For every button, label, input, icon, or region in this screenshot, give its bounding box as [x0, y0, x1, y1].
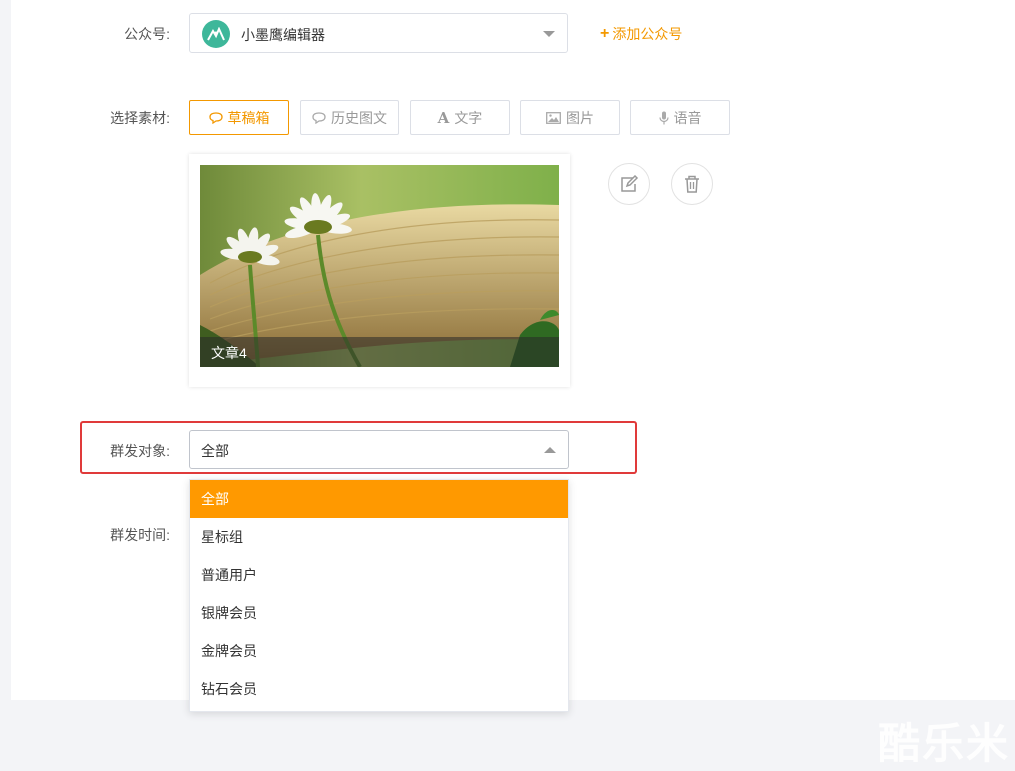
plus-icon: + [600, 25, 610, 42]
tab-label: 历史图文 [331, 109, 387, 126]
article-cover-image: 文章4 [200, 165, 559, 367]
chat-bubble-icon [208, 111, 223, 124]
chevron-down-icon [543, 31, 555, 37]
tab-drafts[interactable]: 草稿箱 [189, 100, 289, 135]
dropdown-option[interactable]: 全部 [190, 480, 568, 518]
tab-label: 草稿箱 [227, 109, 270, 126]
account-avatar [202, 20, 230, 48]
dropdown-option[interactable]: 星标组 [190, 518, 568, 556]
chat-bubble-icon [312, 111, 326, 124]
dropdown-option[interactable]: 金牌会员 [190, 632, 568, 670]
account-name: 小墨鹰编辑器 [241, 27, 325, 43]
time-label: 群发时间: [110, 527, 170, 543]
chevron-up-icon [544, 447, 556, 453]
tab-history-articles[interactable]: 历史图文 [300, 100, 399, 135]
target-label: 群发对象: [110, 443, 170, 459]
target-dropdown: 全部 星标组 普通用户 银牌会员 金牌会员 钻石会员 [189, 479, 569, 712]
article-title-bar: 文章4 [200, 337, 559, 367]
microphone-icon [658, 111, 669, 124]
text-a-icon: A [437, 108, 450, 127]
tab-text[interactable]: A 文字 [410, 100, 510, 135]
account-label: 公众号: [124, 26, 170, 42]
add-account-button[interactable]: + 添加公众号 [600, 24, 682, 44]
article-title: 文章4 [211, 345, 247, 361]
edit-article-button[interactable] [608, 163, 650, 205]
add-account-label: 添加公众号 [612, 26, 683, 42]
account-logo-icon [207, 27, 225, 41]
watermark: 酷乐米 [878, 719, 1011, 768]
image-icon [546, 111, 561, 124]
trash-icon [685, 175, 699, 193]
dropdown-option[interactable]: 钻石会员 [190, 670, 568, 708]
target-select-value: 全部 [201, 443, 229, 459]
target-select[interactable]: 全部 [189, 430, 569, 469]
tab-label: 语音 [673, 109, 702, 126]
tab-label: 图片 [566, 109, 594, 126]
tab-label: 文字 [454, 109, 483, 126]
tab-voice[interactable]: 语音 [630, 100, 730, 135]
tab-image[interactable]: 图片 [520, 100, 620, 135]
edit-icon [621, 175, 639, 192]
material-label: 选择素材: [110, 110, 170, 126]
delete-article-button[interactable] [671, 163, 713, 205]
dropdown-option[interactable]: 普通用户 [190, 556, 568, 594]
account-select[interactable]: 小墨鹰编辑器 [189, 13, 568, 53]
article-card[interactable]: 文章4 [189, 154, 570, 387]
dropdown-option[interactable]: 银牌会员 [190, 594, 568, 632]
